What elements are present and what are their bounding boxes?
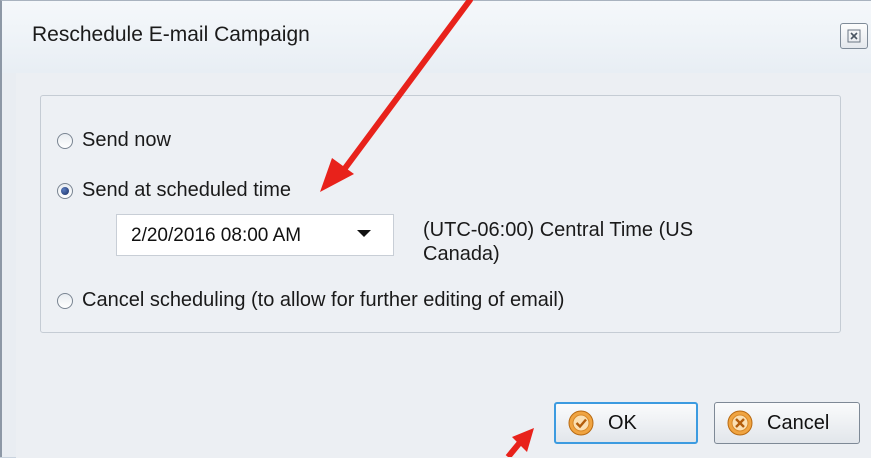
- schedule-options-group: Send now Send at scheduled time 2/20/201…: [40, 95, 841, 333]
- timezone-label: (UTC-06:00) Central Time (US Canada): [423, 218, 753, 266]
- datetime-value[interactable]: 2/20/2016 08:00 AM: [131, 225, 331, 247]
- send-scheduled-radio[interactable]: [57, 182, 73, 199]
- cancel-circle-icon: [727, 410, 753, 436]
- close-icon: [847, 29, 861, 43]
- cancel-scheduling-option[interactable]: Cancel scheduling (to allow for further …: [57, 289, 564, 312]
- check-circle-icon: [568, 410, 594, 436]
- chevron-down-icon[interactable]: [357, 230, 371, 237]
- dialog-title: Reschedule E-mail Campaign: [32, 23, 310, 46]
- datetime-picker[interactable]: 2/20/2016 08:00 AM: [116, 214, 394, 256]
- send-now-radio[interactable]: [57, 132, 73, 149]
- ok-label: OK: [608, 411, 637, 434]
- close-button[interactable]: [840, 23, 868, 49]
- dialog-window: Reschedule E-mail Campaign Send now Send…: [0, 0, 871, 458]
- ok-button[interactable]: OK: [554, 402, 698, 444]
- title-bar[interactable]: Reschedule E-mail Campaign: [2, 1, 871, 73]
- cancel-scheduling-radio[interactable]: [57, 292, 73, 309]
- send-now-label: Send now: [82, 129, 171, 151]
- timezone-line-2: Canada): [423, 243, 500, 265]
- timezone-line-1: (UTC-06:00) Central Time (US: [423, 219, 694, 241]
- send-scheduled-label: Send at scheduled time: [82, 179, 292, 201]
- cancel-label: Cancel: [767, 411, 830, 434]
- cancel-button[interactable]: Cancel: [714, 402, 860, 444]
- cancel-scheduling-label: Cancel scheduling (to allow for further …: [82, 289, 565, 311]
- send-scheduled-option[interactable]: Send at scheduled time: [57, 179, 291, 202]
- dialog-content: Send now Send at scheduled time 2/20/201…: [16, 73, 871, 458]
- send-now-option[interactable]: Send now: [57, 129, 171, 152]
